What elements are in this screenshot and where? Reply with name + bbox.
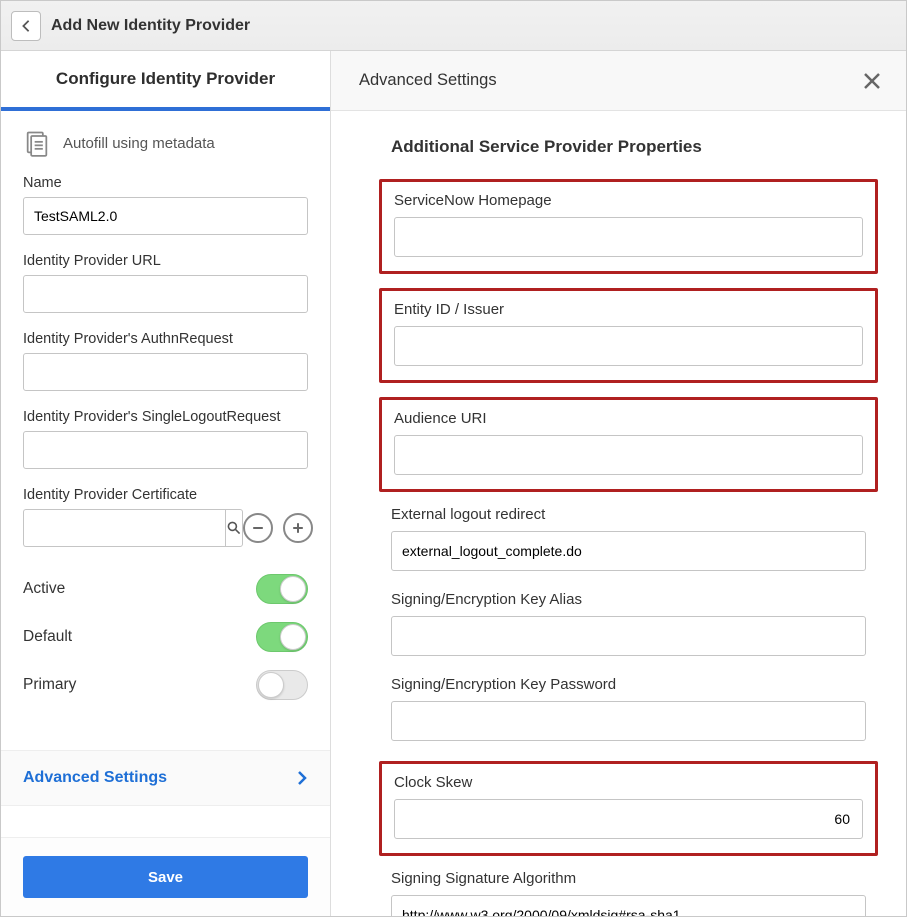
minus-icon	[250, 520, 266, 536]
name-label: Name	[23, 175, 308, 191]
advanced-settings-label: Advanced Settings	[23, 769, 167, 787]
configure-panel-title: Configure Identity Provider	[1, 51, 330, 111]
entity-id-input[interactable]	[394, 326, 863, 366]
default-toggle[interactable]	[256, 622, 308, 652]
autofill-metadata-link[interactable]: Autofill using metadata	[23, 129, 308, 157]
add-identity-provider-window: Add New Identity Provider Configure Iden…	[0, 0, 907, 917]
idp-url-label: Identity Provider URL	[23, 253, 308, 269]
advanced-settings-title: Advanced Settings	[359, 71, 497, 90]
active-label: Active	[23, 580, 65, 598]
section-title: Additional Service Provider Properties	[391, 137, 866, 157]
chevron-left-icon	[21, 19, 31, 33]
clock-skew-label: Clock Skew	[394, 774, 863, 791]
back-button[interactable]	[11, 11, 41, 41]
default-label: Default	[23, 628, 72, 646]
page-title: Add New Identity Provider	[51, 17, 250, 35]
external-logout-input[interactable]	[391, 531, 866, 571]
slo-input[interactable]	[23, 431, 308, 469]
primary-label: Primary	[23, 676, 76, 694]
advanced-settings-panel: Advanced Settings Additional Service Pro…	[331, 51, 906, 916]
audience-uri-label: Audience URI	[394, 410, 863, 427]
key-password-label: Signing/Encryption Key Password	[391, 676, 866, 693]
entity-id-label: Entity ID / Issuer	[394, 301, 863, 318]
slo-label: Identity Provider's SingleLogoutRequest	[23, 409, 308, 425]
close-icon	[862, 71, 882, 91]
document-icon	[23, 129, 51, 157]
authn-label: Identity Provider's AuthnRequest	[23, 331, 308, 347]
key-password-input[interactable]	[391, 701, 866, 741]
clock-skew-input[interactable]	[394, 799, 863, 839]
servicenow-homepage-label: ServiceNow Homepage	[394, 192, 863, 209]
cert-lookup-button[interactable]	[225, 509, 243, 547]
close-button[interactable]	[858, 67, 886, 95]
signature-algo-input[interactable]	[391, 895, 866, 916]
authn-input[interactable]	[23, 353, 308, 391]
chevron-right-icon	[296, 770, 308, 786]
autofill-label: Autofill using metadata	[63, 135, 215, 152]
titlebar: Add New Identity Provider	[1, 1, 906, 51]
search-icon	[226, 520, 242, 536]
add-cert-button[interactable]	[283, 513, 313, 543]
cert-label: Identity Provider Certificate	[23, 487, 308, 503]
signature-algo-label: Signing Signature Algorithm	[391, 870, 866, 887]
external-logout-label: External logout redirect	[391, 506, 866, 523]
active-toggle[interactable]	[256, 574, 308, 604]
key-alias-input[interactable]	[391, 616, 866, 656]
audience-uri-input[interactable]	[394, 435, 863, 475]
name-input[interactable]	[23, 197, 308, 235]
save-button[interactable]: Save	[23, 856, 308, 898]
servicenow-homepage-input[interactable]	[394, 217, 863, 257]
primary-toggle[interactable]	[256, 670, 308, 700]
idp-url-input[interactable]	[23, 275, 308, 313]
cert-input[interactable]	[23, 509, 225, 547]
key-alias-label: Signing/Encryption Key Alias	[391, 591, 866, 608]
advanced-settings-link[interactable]: Advanced Settings	[1, 750, 330, 805]
plus-icon	[290, 520, 306, 536]
remove-cert-button[interactable]	[243, 513, 273, 543]
configure-panel: Configure Identity Provider Autofill usi…	[1, 51, 331, 916]
